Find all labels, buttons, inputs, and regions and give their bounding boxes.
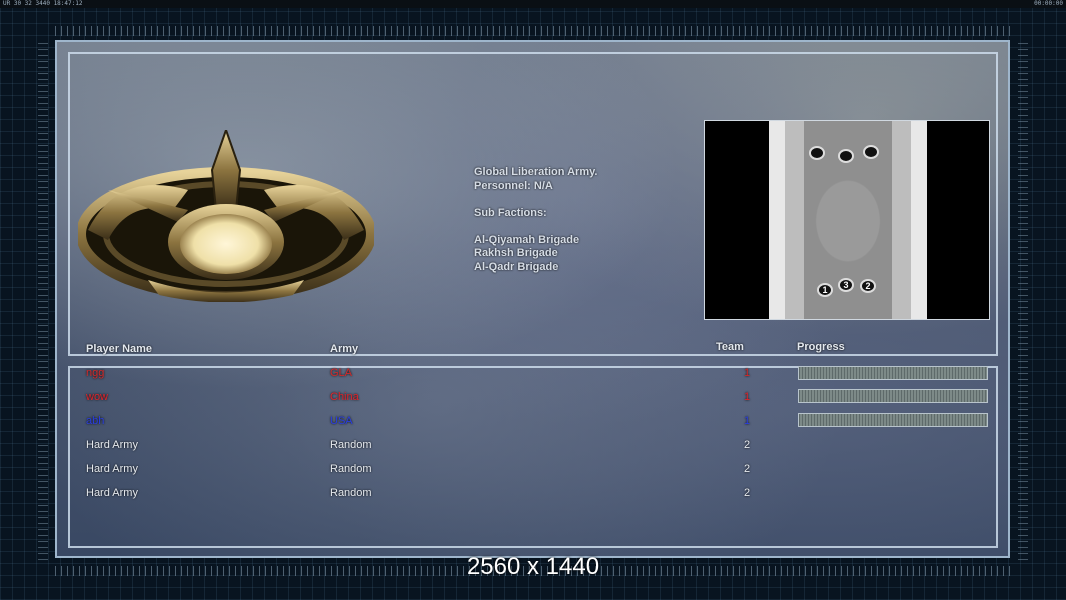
player-team: 2 bbox=[744, 487, 751, 499]
loading-progress-bar bbox=[798, 366, 988, 380]
player-army: Random bbox=[330, 463, 372, 475]
player-team: 2 bbox=[744, 439, 751, 451]
status-left-text: UR 30 32 3440 18:47:12 bbox=[3, 0, 83, 7]
sub-faction-item: Al-Qiyamah Brigade bbox=[474, 233, 580, 246]
ruler-right bbox=[1018, 40, 1028, 560]
loading-progress-bar bbox=[798, 389, 988, 403]
player-army: Random bbox=[330, 439, 372, 451]
player-name: abh bbox=[86, 415, 105, 427]
player-team: 1 bbox=[744, 415, 751, 427]
player-army: Random bbox=[330, 487, 372, 499]
map-preview: 1 3 2 bbox=[704, 120, 990, 320]
player-army: USA bbox=[330, 415, 353, 427]
faction-name: Global Liberation Army. bbox=[474, 166, 598, 178]
army-header: Army bbox=[330, 343, 359, 355]
player-team: 1 bbox=[744, 367, 751, 379]
player-name: ngg bbox=[86, 367, 105, 379]
player-army: China bbox=[330, 391, 359, 403]
progress-header: Progress bbox=[797, 341, 845, 353]
faction-info: Global Liberation Army. Personnel: N/A S… bbox=[474, 166, 597, 274]
player-team: 1 bbox=[744, 391, 751, 403]
status-clock: 00:00:00 bbox=[1034, 0, 1063, 7]
team-header: Team bbox=[716, 341, 744, 353]
ruler-left bbox=[38, 40, 48, 560]
start-position-marker: 2 bbox=[860, 279, 876, 293]
sub-faction-item: Al-Qadr Brigade bbox=[474, 260, 559, 273]
start-position-marker bbox=[838, 149, 854, 163]
faction-personnel: Personnel: N/A bbox=[474, 179, 553, 192]
player-name: Hard Army bbox=[86, 463, 138, 475]
start-position-marker bbox=[863, 145, 879, 159]
sub-faction-item: Rakhsh Brigade bbox=[474, 247, 558, 259]
gla-emblem-icon bbox=[78, 130, 374, 302]
player-name: Hard Army bbox=[86, 487, 138, 499]
player-name: Hard Army bbox=[86, 439, 138, 451]
start-position-marker: 1 bbox=[817, 283, 833, 297]
player-name-header: Player Name bbox=[86, 343, 153, 355]
sub-factions-label: Sub Factions: bbox=[474, 206, 547, 219]
status-bar: UR 30 32 3440 18:47:12 00:00:00 bbox=[0, 0, 1066, 8]
ruler-top bbox=[55, 26, 1010, 36]
player-name: wow bbox=[86, 391, 109, 403]
loading-progress-bar bbox=[798, 413, 988, 427]
player-team: 2 bbox=[744, 463, 751, 475]
start-position-marker: 3 bbox=[838, 278, 854, 292]
player-army: GLA bbox=[330, 367, 353, 379]
start-position-marker bbox=[809, 146, 825, 160]
resolution-watermark: 2560 x 1440 bbox=[466, 553, 600, 580]
